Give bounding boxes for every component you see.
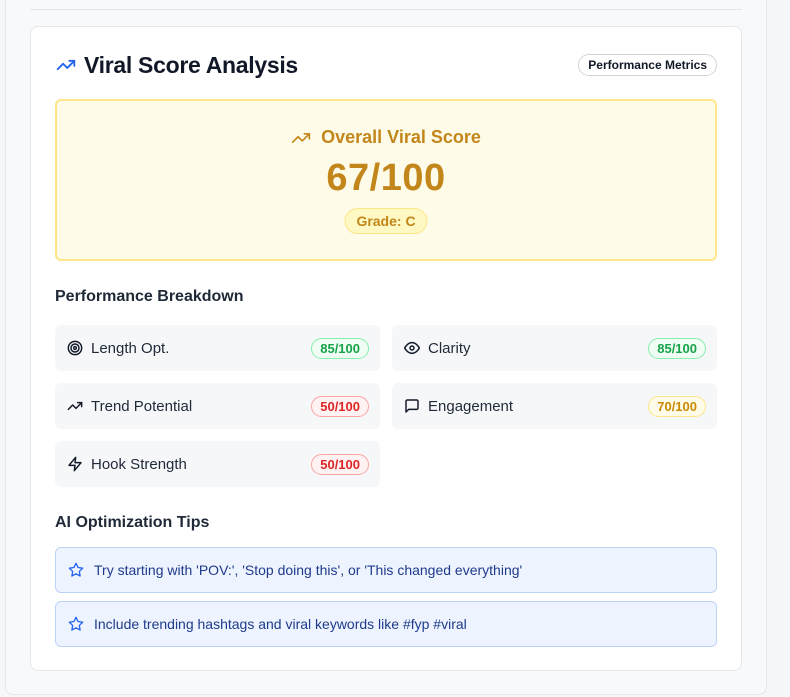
metric-left: Trend Potential bbox=[67, 398, 192, 415]
title-wrap: Viral Score Analysis bbox=[56, 52, 298, 79]
metric-label: Hook Strength bbox=[91, 455, 187, 473]
trending-up-icon bbox=[291, 128, 311, 148]
metric-hook-strength: Hook Strength 50/100 bbox=[55, 441, 380, 487]
metric-label: Clarity bbox=[428, 339, 471, 357]
trending-up-icon bbox=[56, 55, 76, 75]
overall-label-row: Overall Viral Score bbox=[57, 127, 715, 148]
card-header: Viral Score Analysis Performance Metrics bbox=[56, 49, 717, 81]
tips-title: AI Optimization Tips bbox=[55, 514, 210, 531]
tip-text: Include trending hashtags and viral keyw… bbox=[94, 616, 467, 632]
message-square-icon bbox=[404, 398, 420, 414]
performance-metrics-badge: Performance Metrics bbox=[578, 54, 717, 76]
zap-icon bbox=[67, 456, 83, 472]
breakdown-title: Performance Breakdown bbox=[55, 288, 244, 305]
metric-score-badge: 50/100 bbox=[311, 395, 369, 417]
metric-left: Clarity bbox=[404, 340, 471, 357]
metric-label: Engagement bbox=[428, 397, 514, 415]
star-icon bbox=[68, 562, 84, 578]
tip-item: Include trending hashtags and viral keyw… bbox=[55, 601, 717, 647]
metric-clarity: Clarity 85/100 bbox=[392, 325, 717, 371]
tip-text: Try starting with 'POV:', 'Stop doing th… bbox=[94, 562, 523, 578]
metric-left: Length Opt. bbox=[67, 340, 169, 357]
overall-score-label: Overall Viral Score bbox=[321, 127, 481, 147]
metric-length-opt: Length Opt. 85/100 bbox=[55, 325, 380, 371]
target-icon bbox=[67, 340, 83, 356]
eye-icon bbox=[404, 340, 420, 356]
metric-left: Hook Strength bbox=[67, 456, 187, 473]
overall-score-value: 67/100 bbox=[326, 157, 446, 199]
metric-label: Trend Potential bbox=[91, 397, 193, 415]
viral-score-card: Viral Score Analysis Performance Metrics… bbox=[30, 26, 742, 671]
metric-engagement: Engagement 70/100 bbox=[392, 383, 717, 429]
metric-label: Length Opt. bbox=[91, 339, 170, 357]
metric-left: Engagement bbox=[404, 398, 513, 415]
metric-score-badge: 70/100 bbox=[648, 395, 706, 417]
metric-score-badge: 85/100 bbox=[648, 337, 706, 359]
overall-score-box: Overall Viral Score 67/100 Grade: C bbox=[55, 99, 717, 261]
card-title: Viral Score Analysis bbox=[84, 51, 298, 78]
trending-up-icon bbox=[67, 398, 83, 414]
top-divider bbox=[30, 9, 742, 10]
star-icon bbox=[68, 616, 84, 632]
metric-score-badge: 85/100 bbox=[311, 337, 369, 359]
tip-item: Try starting with 'POV:', 'Stop doing th… bbox=[55, 547, 717, 593]
metric-score-badge: 50/100 bbox=[311, 453, 369, 475]
grade-badge: Grade: C bbox=[344, 208, 428, 234]
metric-trend-potential: Trend Potential 50/100 bbox=[55, 383, 380, 429]
